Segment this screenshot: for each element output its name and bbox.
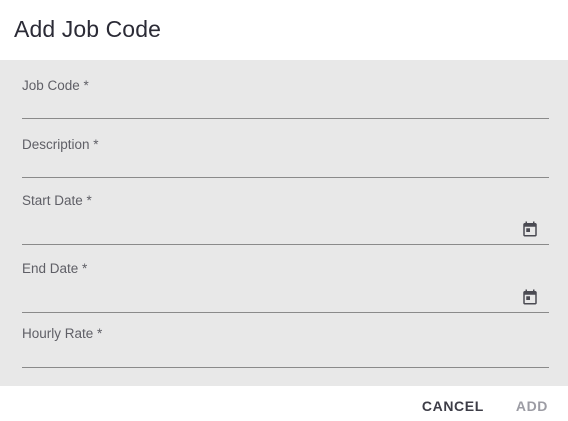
end-date-input[interactable] bbox=[22, 290, 549, 313]
start-date-input[interactable] bbox=[22, 222, 549, 245]
add-button[interactable]: ADD bbox=[516, 396, 548, 416]
description-label: Description * bbox=[22, 137, 99, 152]
end-date-field: End Date * bbox=[22, 261, 549, 313]
dialog-actions: CANCEL ADD bbox=[422, 396, 548, 416]
cancel-button[interactable]: CANCEL bbox=[422, 396, 484, 416]
dialog-title: Add Job Code bbox=[14, 16, 161, 42]
end-date-calendar-icon[interactable] bbox=[521, 288, 539, 306]
description-field: Description * bbox=[22, 137, 549, 179]
job-code-field: Job Code * bbox=[22, 78, 549, 120]
job-code-input[interactable] bbox=[22, 96, 549, 119]
start-date-label: Start Date * bbox=[22, 193, 92, 208]
end-date-label: End Date * bbox=[22, 261, 88, 276]
hourly-rate-label: Hourly Rate * bbox=[22, 326, 103, 341]
start-date-field: Start Date * bbox=[22, 193, 549, 245]
hourly-rate-field: Hourly Rate * bbox=[22, 326, 549, 368]
description-input[interactable] bbox=[22, 155, 549, 178]
hourly-rate-input[interactable] bbox=[22, 345, 549, 368]
start-date-calendar-icon[interactable] bbox=[521, 220, 539, 238]
job-code-label: Job Code * bbox=[22, 78, 89, 93]
add-job-code-dialog: Add Job Code Job Code * Description * St… bbox=[0, 0, 568, 421]
job-code-form: Job Code * Description * Start Date * En… bbox=[0, 60, 568, 386]
